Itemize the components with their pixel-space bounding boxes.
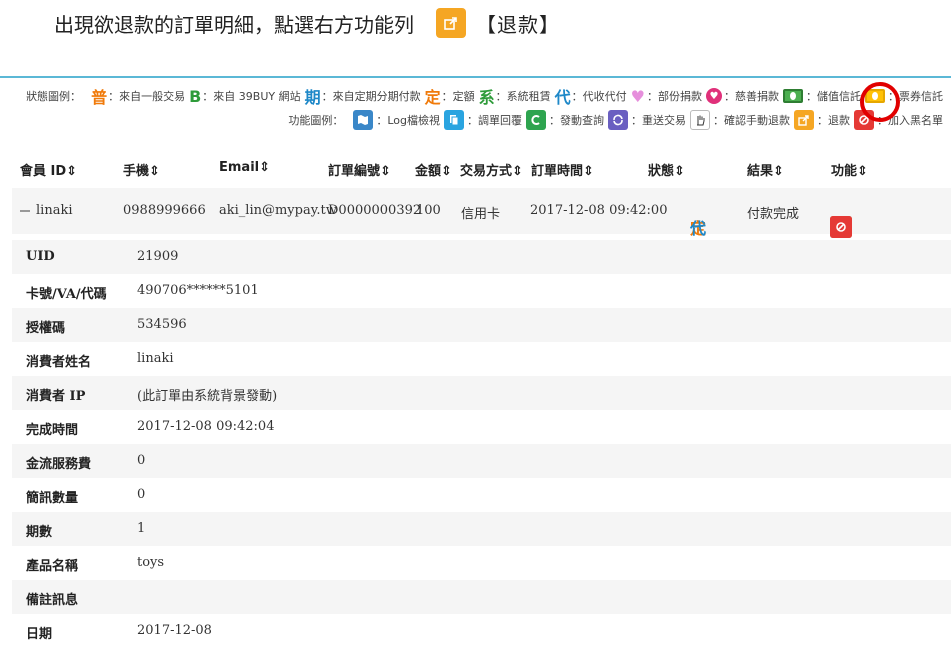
legend-query: ：發動查詢: [526, 110, 604, 130]
detail-row: 完成時間 2017-12-08 09:42:04: [26, 419, 275, 438]
detail-row: 產品名稱 toys: [26, 555, 165, 574]
money-green-icon: [783, 89, 803, 103]
collapse-minus-icon[interactable]: [20, 210, 30, 212]
heart-icon: ♥: [630, 86, 645, 106]
function-legend-label: 功能圖例：: [288, 114, 344, 127]
resend-icon: [608, 110, 628, 130]
detail-row: 金流服務費 0: [12, 444, 951, 478]
function-legend: 功能圖例： ：Log檔檢視 ：調單回覆 ：發動查詢 ：重送交易 ：確認手動退款 …: [288, 110, 943, 130]
hand-icon: [690, 110, 710, 130]
legend-reply: ：調單回覆: [444, 110, 522, 130]
detail-row: 消費者姓名 linaki: [26, 351, 174, 370]
header-method[interactable]: 交易方式⇕: [460, 160, 523, 179]
legend-resend: ：重送交易: [608, 110, 686, 130]
refund-highlight-ring: [860, 82, 900, 122]
refund-share-icon: [436, 8, 466, 38]
detail-row: 授權碼 534596: [12, 308, 951, 342]
legend-partial-donation: ♥ ：部份捐款: [630, 86, 702, 106]
header-amount[interactable]: 金額⇕: [415, 160, 452, 179]
copy-icon: [444, 110, 464, 130]
order-panel: 狀態圖例： 普：來自一般交易 B ：來自 39BUY 網站 期：來自定期分期付款 …: [0, 76, 951, 652]
legend-charity-donation: ♥ ：慈善捐款: [706, 88, 779, 104]
table-row[interactable]: linaki 0988999666 aki_lin@mypay.tw D0000…: [12, 188, 951, 238]
instruction-refund-label: 【退款】: [476, 12, 560, 37]
legend-xi: 系：系統租賃: [478, 88, 551, 107]
legend-stored-value: ：儲值信託: [783, 88, 861, 104]
legend-log: ：Log檔檢視: [353, 110, 440, 130]
instruction-text: 出現欲退款的訂單明細，點選右方功能列: [54, 12, 414, 37]
cell-amount: 100: [416, 203, 441, 218]
status-dai-glyph: 代: [690, 219, 707, 238]
legend-manual-refund: ：確認手動退款: [690, 110, 790, 130]
detail-row: 期數 1: [12, 512, 951, 546]
orders-table: 會員 ID⇕ 手機⇕ Email⇕ 訂單編號⇕ 金額⇕ 交易方式⇕ 訂單時間⇕ …: [12, 154, 951, 238]
status-legend: 狀態圖例： 普：來自一般交易 B ：來自 39BUY 網站 期：來自定期分期付款 …: [26, 84, 943, 108]
status-legend-label: 狀態圖例：: [26, 90, 82, 103]
legend-ding: 定：定額: [424, 88, 475, 107]
header-phone[interactable]: 手機⇕: [123, 160, 160, 179]
refresh-c-icon: [526, 110, 546, 130]
legend-b: B ：來自 39BUY 網站: [189, 86, 301, 106]
heart-dot-icon: ♥: [706, 88, 722, 104]
detail-row: 卡號/VA/代碼 490706******5101: [26, 283, 259, 302]
order-details: UID 21909 卡號/VA/代碼 490706******5101 授權碼 534…: [12, 240, 951, 648]
detail-row: 備註訊息: [12, 580, 951, 614]
legend-qi: 期：來自定期分期付款: [304, 88, 421, 107]
cell-email: aki_lin@mypay.tw: [219, 203, 337, 218]
detail-row: 消費者 IP (此訂單由系統背景發動): [12, 376, 951, 410]
map-icon: [353, 110, 374, 130]
header-result[interactable]: 結果⇕: [747, 160, 784, 179]
cell-result: 付款完成: [747, 207, 800, 222]
legend-refund: ：退款: [794, 110, 850, 130]
blacklist-button[interactable]: [830, 216, 852, 238]
header-time[interactable]: 訂單時間⇕: [531, 160, 594, 179]
cell-order-no: D0000000392: [328, 203, 422, 218]
detail-row: UID 21909: [12, 240, 951, 274]
legend-dai: 代：代收代付: [554, 88, 627, 107]
cell-phone: 0988999666: [123, 203, 206, 218]
header-member-id[interactable]: 會員 ID⇕: [20, 160, 77, 179]
header-order-no[interactable]: 訂單編號⇕: [328, 160, 391, 179]
header-status[interactable]: 狀態⇕: [648, 160, 685, 179]
share-icon: [794, 110, 814, 130]
header-function[interactable]: 功能⇕: [831, 160, 868, 179]
legend-pu: 普：來自一般交易: [91, 88, 186, 107]
detail-row: 簡訊數量 0: [26, 487, 146, 506]
cell-method: 信用卡: [461, 207, 501, 222]
detail-row: 日期 2017-12-08: [26, 623, 212, 642]
cell-member-id: linaki: [36, 203, 73, 218]
table-header: 會員 ID⇕ 手機⇕ Email⇕ 訂單編號⇕ 金額⇕ 交易方式⇕ 訂單時間⇕ …: [12, 154, 951, 182]
header-email[interactable]: Email⇕: [219, 160, 270, 175]
cell-time: 2017-12-08 09:42:00: [530, 203, 668, 218]
instruction-text-line: 出現欲退款的訂單明細，點選右方功能列 【退款】: [54, 6, 560, 40]
